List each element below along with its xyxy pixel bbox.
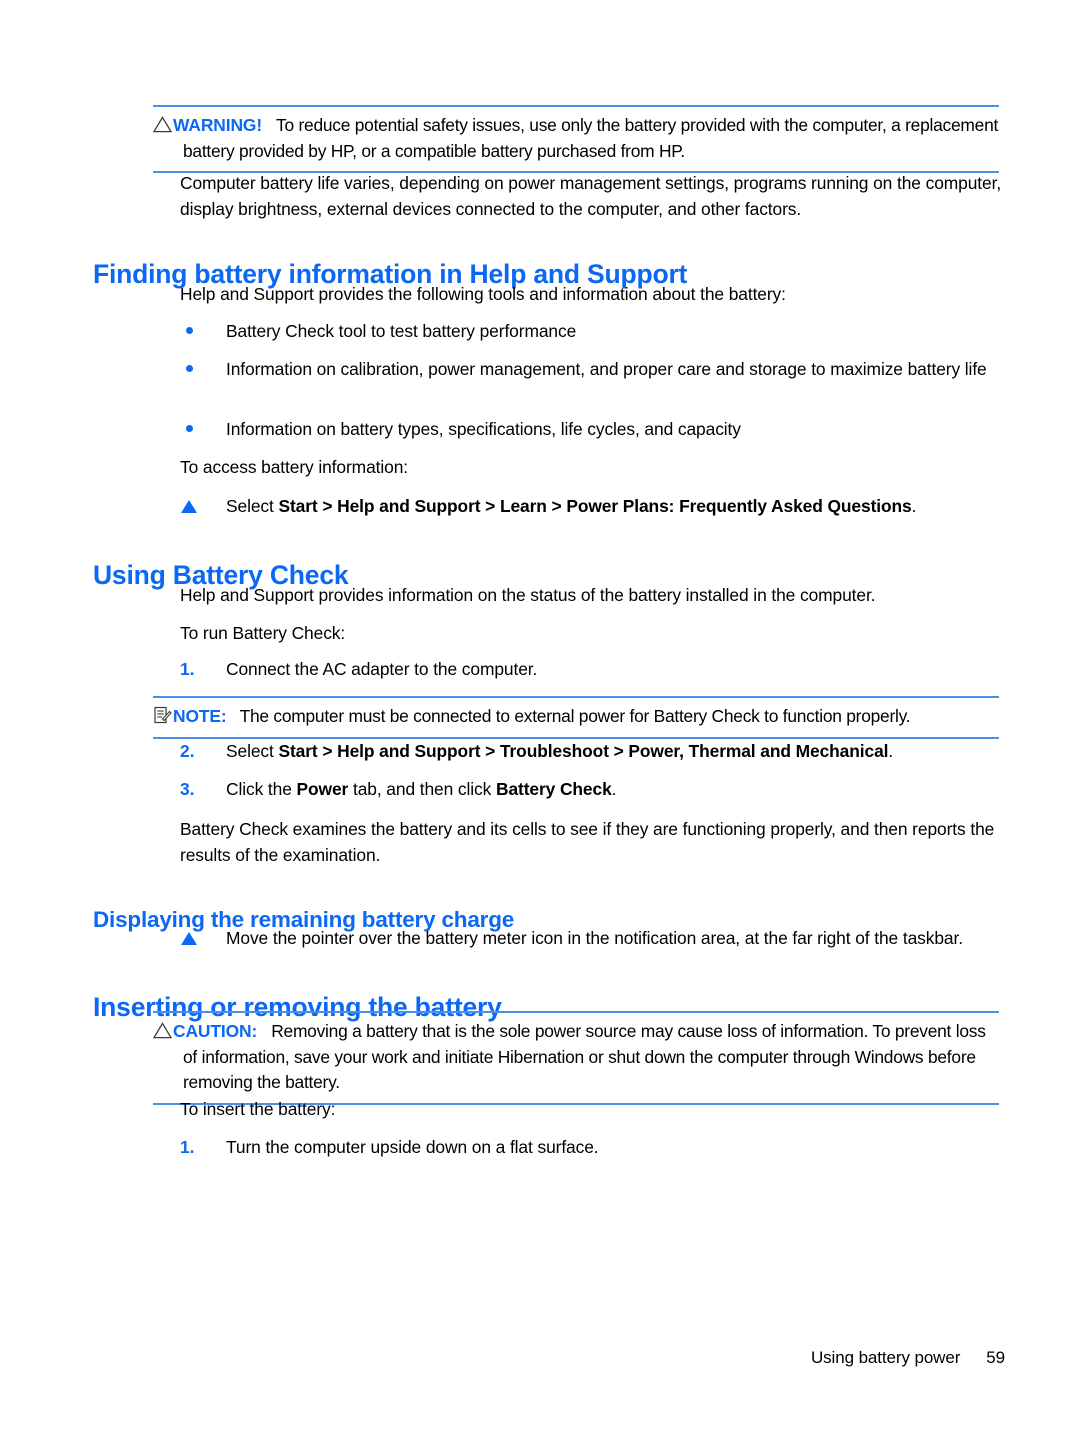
page-footer: Using battery power 59 <box>0 1348 1005 1368</box>
caution-triangle-icon <box>153 1022 172 1039</box>
bullet-text: Battery Check tool to test battery perfo… <box>226 321 577 341</box>
procedure-step: 3. Click the Power tab, and then click B… <box>180 776 1000 802</box>
step-suffix: . <box>611 779 617 799</box>
run-battery-check-lead: To run Battery Check: <box>180 623 346 643</box>
step-bold: Start > Help and Support > Troubleshoot … <box>278 741 889 761</box>
procedure-step: Select Start > Help and Support > Learn … <box>181 493 1001 519</box>
step-mid: tab, and then click <box>348 779 496 799</box>
list-item: Battery Check tool to test battery perfo… <box>186 318 1006 344</box>
access-battery-info-lead: To access battery information: <box>180 457 409 477</box>
warning-triangle-icon <box>153 116 172 133</box>
procedure-step-text: Click the Power tab, and then click Batt… <box>226 776 1000 802</box>
procedure-step-text: Select Start > Help and Support > Troubl… <box>226 738 1000 764</box>
note-clipboard-icon <box>153 706 172 724</box>
step-number: 1. <box>180 1137 195 1157</box>
insert-battery-lead: To insert the battery: <box>180 1099 336 1119</box>
bullet-dot-icon <box>186 365 193 372</box>
warning-text: To reduce potential safety issues, use o… <box>183 115 999 161</box>
finding-battery-info-intro: Help and Support provides the following … <box>180 284 786 304</box>
note-notice-text: NOTE: The computer must be connected to e… <box>153 704 999 730</box>
caution-notice: CAUTION: Removing a battery that is the s… <box>153 1011 999 1105</box>
note-label: NOTE: <box>173 706 227 726</box>
list-item: Information on battery types, specificat… <box>186 416 1006 442</box>
step-prefix: Select <box>226 496 279 516</box>
step-prefix: Click the <box>226 779 297 799</box>
bullet-dot-icon <box>186 327 193 334</box>
footer-page-number: 59 <box>986 1348 1005 1367</box>
step-number: 3. <box>180 779 195 799</box>
step-bold-2: Battery Check <box>495 779 612 799</box>
caution-text-line-1: Removing a battery that is the sole powe… <box>271 1021 952 1041</box>
step-number: 1. <box>180 659 195 679</box>
procedure-step-text: Turn the computer upside down on a flat … <box>226 1137 599 1157</box>
procedure-step: Move the pointer over the battery meter … <box>181 925 1011 951</box>
caution-notice-text: CAUTION: Removing a battery that is the s… <box>153 1019 999 1096</box>
note-notice: NOTE: The computer must be connected to e… <box>153 696 999 739</box>
warning-label: WARNING! <box>173 115 263 135</box>
using-battery-check-intro: Help and Support provides information on… <box>180 585 876 605</box>
step-prefix: Select <box>226 741 279 761</box>
bullet-text: Information on calibration, power manage… <box>226 359 987 379</box>
caution-label: CAUTION: <box>173 1021 258 1041</box>
warning-notice: WARNING! To reduce potential safety issue… <box>153 105 999 173</box>
intro-paragraph-line-1: Computer battery life varies, depending … <box>180 173 921 193</box>
procedure-step: 1. Turn the computer upside down on a fl… <box>180 1134 1000 1160</box>
step-bold: Power <box>296 779 349 799</box>
note-text: The computer must be connected to extern… <box>239 706 911 726</box>
intro-paragraph: Computer battery life varies, depending … <box>180 170 1010 222</box>
procedure-step: 1. Connect the AC adapter to the compute… <box>180 656 1000 682</box>
triangle-marker-icon <box>181 500 197 513</box>
step-suffix: . <box>911 496 917 516</box>
bullet-text: Information on battery types, specificat… <box>226 419 741 439</box>
battery-check-summary: Battery Check examines the battery and i… <box>180 816 1010 868</box>
step-number: 2. <box>180 741 195 761</box>
footer-section-label: Using battery power <box>810 1348 961 1367</box>
step-suffix: . <box>888 741 894 761</box>
list-item: Information on calibration, power manage… <box>186 356 1004 382</box>
bullet-dot-icon <box>186 425 193 432</box>
document-page: WARNING! To reduce potential safety issue… <box>0 0 1080 1437</box>
battery-check-summary-line-1: Battery Check examines the battery and i… <box>180 819 966 839</box>
step-bold: Start > Help and Support > Learn > Power… <box>278 496 912 516</box>
warning-notice-text: WARNING! To reduce potential safety issue… <box>153 113 999 164</box>
procedure-step-text: Select Start > Help and Support > Learn … <box>226 493 1001 519</box>
procedure-step-text: Connect the AC adapter to the computer. <box>226 659 538 679</box>
triangle-marker-icon <box>181 932 197 945</box>
procedure-step: 2. Select Start > Help and Support > Tro… <box>180 738 1000 764</box>
procedure-step-text: Move the pointer over the battery meter … <box>226 928 963 948</box>
